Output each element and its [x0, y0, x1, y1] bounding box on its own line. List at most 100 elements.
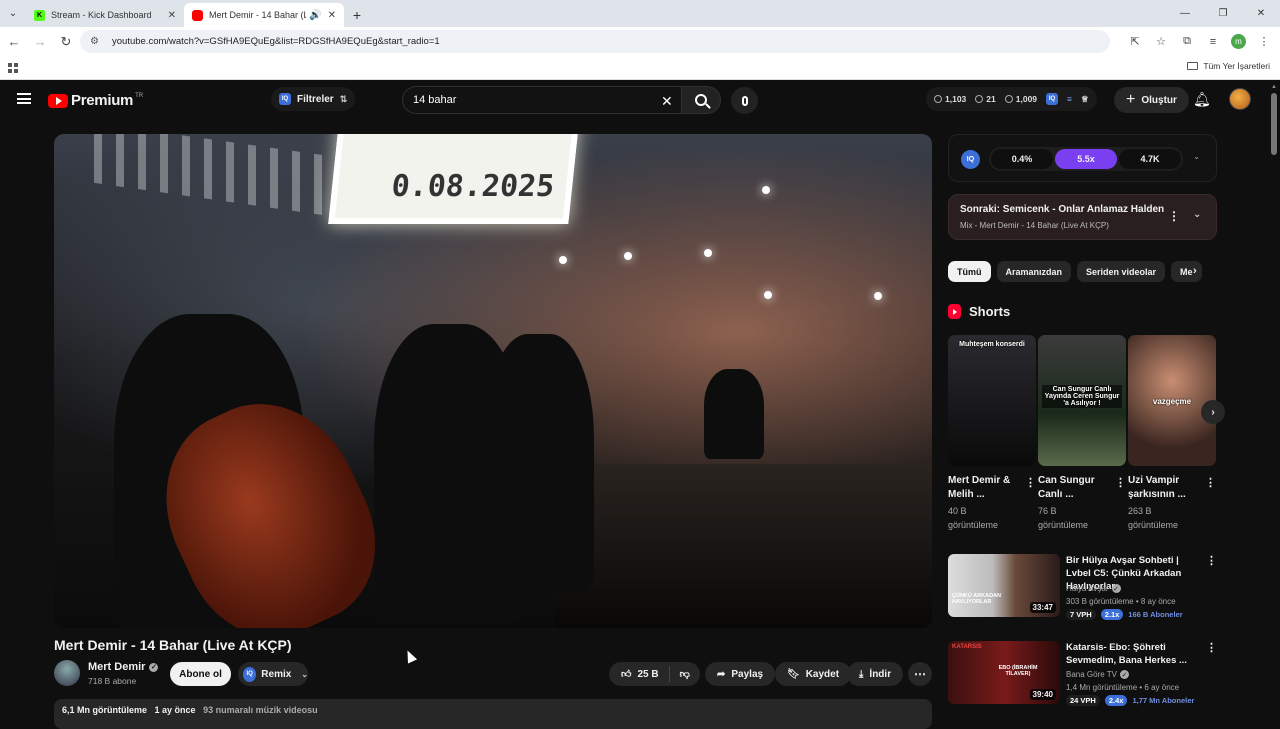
short-title[interactable]: Can Sungur Canlı ...: [1038, 474, 1114, 502]
more-actions-icon[interactable]: ⋯: [908, 662, 932, 686]
chevron-down-icon[interactable]: ⌄: [301, 670, 308, 679]
channel-name[interactable]: Hülya Avşar ✓: [1066, 584, 1121, 593]
iq-icon: IQ: [243, 666, 257, 682]
video-player[interactable]: 0.08.2025: [54, 134, 932, 628]
chevron-down-icon[interactable]: ⌄: [1193, 152, 1200, 161]
remix-button[interactable]: IQ Remix ⌄: [238, 662, 308, 686]
metric-vph[interactable]: 4.7K: [1119, 149, 1181, 169]
description-box[interactable]: 6,1 Mn görüntüleme 1 ay önce 93 numaralı…: [54, 699, 932, 729]
restore-icon[interactable]: ❐: [1204, 0, 1242, 27]
recommended-video[interactable]: ÇÜNKÜ ARKADAN HAVLIYORLAR 33:47 Bir Hüly…: [948, 554, 1217, 620]
playlist-next-panel[interactable]: Sonraki: Semicenk - Onlar Anlamaz Halden…: [948, 194, 1217, 240]
like-button[interactable]: 👍︎ 25 B: [609, 666, 670, 682]
short-thumbnail[interactable]: vazgeçme: [1128, 335, 1216, 466]
download-button[interactable]: ⤓ İndir: [847, 662, 904, 686]
bookmark-star-icon[interactable]: ☆: [1153, 35, 1169, 48]
short-thumbnail[interactable]: Muhteşem konserdi: [948, 335, 1036, 466]
create-label: Oluştur: [1141, 94, 1177, 106]
browser-toolbar: ← → ↻ ⚙ youtube.com/watch?v=GSfHA9EQuEg&…: [0, 27, 1280, 56]
search-input[interactable]: 14 bahar: [402, 86, 681, 114]
share-button[interactable]: ➦ Paylaş: [705, 662, 776, 686]
short-card[interactable]: Can Sungur Canlı Yayında Ceren Sungur 'a…: [1038, 335, 1126, 532]
close-window-icon[interactable]: ✕: [1242, 0, 1280, 27]
account-avatar[interactable]: [1229, 88, 1251, 110]
media-controls-icon[interactable]: ≡: [1205, 36, 1221, 48]
filters-button[interactable]: IQ Filtreler ⇅: [271, 87, 356, 111]
voice-search-button[interactable]: [731, 87, 758, 114]
speaker-icon[interactable]: 🔊: [309, 10, 321, 21]
reload-icon[interactable]: ↻: [54, 30, 78, 54]
kebab-menu-icon[interactable]: ⋮: [1025, 476, 1036, 489]
music-video-tag[interactable]: 93 numaralı müzik videosu: [203, 705, 318, 715]
close-tab-icon[interactable]: ✕: [328, 10, 336, 21]
notifications-bell-icon[interactable]: 🔔︎: [1193, 91, 1211, 108]
menu-icon[interactable]: [17, 93, 31, 104]
eye-icon: [1004, 95, 1013, 103]
tab-kick-dashboard[interactable]: K Stream - Kick Dashboard ✕: [26, 3, 184, 27]
minimize-icon[interactable]: —: [1166, 0, 1204, 27]
chip-from-series[interactable]: Seriden videolar: [1077, 261, 1166, 282]
dislike-button[interactable]: 👎︎: [670, 668, 690, 680]
short-card[interactable]: Muhteşem konserdi Mert Demir & Melih ...…: [948, 335, 1036, 532]
address-bar[interactable]: ⚙ youtube.com/watch?v=GSfHA9EQuEg&list=R…: [80, 30, 1110, 53]
back-icon[interactable]: ←: [2, 30, 26, 54]
iq-icon[interactable]: IQ: [1046, 93, 1059, 105]
queue-icon[interactable]: ≡: [1067, 94, 1072, 104]
video-thumbnail[interactable]: KATARSIS EBO (İBRAHİM TİLAVER) 39:40: [948, 641, 1060, 704]
recommended-video[interactable]: KATARSIS EBO (İBRAHİM TİLAVER) 39:40 Kat…: [948, 641, 1217, 706]
short-thumbnail[interactable]: Can Sungur Canlı Yayında Ceren Sungur 'a…: [1038, 335, 1126, 466]
scroll-up-arrow-icon[interactable]: ▲: [1271, 84, 1277, 90]
profile-avatar[interactable]: m: [1231, 34, 1246, 49]
install-app-icon[interactable]: ⇱: [1127, 35, 1143, 48]
short-title[interactable]: Uzi Vampir şarkısının ...: [1128, 474, 1204, 502]
kebab-menu-icon[interactable]: ⋮: [1206, 641, 1217, 654]
extensions-icon[interactable]: ⧉: [1179, 35, 1195, 48]
subscribe-button[interactable]: Abone ol: [170, 662, 231, 686]
video-title[interactable]: Katarsis- Ebo: Şöhreti Sevmedim, Bana He…: [1066, 641, 1204, 667]
channel-name-text: Mert Demir: [88, 661, 146, 673]
browser-menu-icon[interactable]: ⋮: [1256, 35, 1272, 48]
metric-engagement[interactable]: 0.4%: [991, 149, 1053, 169]
apps-grid-icon[interactable]: [8, 62, 18, 73]
channel-avatar[interactable]: [54, 660, 80, 686]
kebab-menu-icon[interactable]: ⋮: [1115, 476, 1126, 489]
download-label: İndir: [869, 668, 892, 680]
site-info-icon[interactable]: ⚙: [90, 36, 104, 47]
extension-stats[interactable]: 1,103 21 1,009 IQ ≡ ♕: [926, 87, 1097, 111]
trophy-icon[interactable]: ♕: [1081, 94, 1089, 105]
chevron-down-icon[interactable]: ⌄: [1193, 209, 1201, 220]
multiplier-badge: 2.4x: [1104, 695, 1128, 706]
kebab-menu-icon[interactable]: ⋮: [1206, 554, 1217, 567]
channel-name[interactable]: Mert Demir ✓: [88, 661, 159, 673]
eye-icon: [975, 95, 984, 103]
save-button[interactable]: 🔖︎ Kaydet: [775, 662, 852, 686]
kebab-menu-icon[interactable]: ⋮: [1205, 476, 1216, 489]
spotlight: [762, 186, 770, 194]
forward-icon[interactable]: →: [28, 30, 52, 54]
verified-check-icon: ✓: [1120, 670, 1129, 679]
chip-all[interactable]: Tümü: [948, 261, 991, 282]
new-tab-button[interactable]: +: [344, 3, 370, 27]
video-meta: 303 B görüntüleme • 8 ay önce: [1066, 597, 1176, 606]
chevron-right-icon[interactable]: ›: [1193, 265, 1197, 277]
all-bookmarks[interactable]: Tüm Yer İşaretleri: [1187, 61, 1270, 71]
iq-icon[interactable]: IQ: [961, 150, 980, 169]
short-title[interactable]: Mert Demir & Melih ...: [948, 474, 1024, 502]
create-button[interactable]: + Oluştur: [1114, 87, 1189, 113]
youtube-logo[interactable]: Premium TR: [48, 92, 143, 109]
metric-multiplier[interactable]: 5.5x: [1055, 149, 1117, 169]
page-scrollbar[interactable]: [1271, 93, 1277, 155]
close-tab-icon[interactable]: ✕: [168, 10, 176, 21]
shorts-next-arrow-icon[interactable]: ›: [1201, 400, 1225, 424]
short-card[interactable]: vazgeçme Uzi Vampir şarkısının ... 263 B…: [1128, 335, 1216, 532]
chip-from-search[interactable]: Aramanızdan: [996, 261, 1072, 282]
channel-name[interactable]: Bana Göre TV ✓: [1066, 670, 1129, 679]
thumbs-down-icon: 👎︎: [679, 669, 690, 680]
vph-badge: 7 VPH: [1066, 609, 1096, 620]
video-thumbnail[interactable]: ÇÜNKÜ ARKADAN HAVLIYORLAR 33:47: [948, 554, 1060, 617]
search-button[interactable]: [681, 86, 721, 114]
tab-youtube-video[interactable]: Mert Demir - 14 Bahar (Live At KÇP) 🔊 ✕: [184, 3, 344, 27]
clear-search-icon[interactable]: ✕: [661, 93, 673, 110]
tab-search-chevron-icon[interactable]: ⌄: [0, 0, 26, 27]
kebab-menu-icon[interactable]: ⋮: [1168, 209, 1180, 223]
